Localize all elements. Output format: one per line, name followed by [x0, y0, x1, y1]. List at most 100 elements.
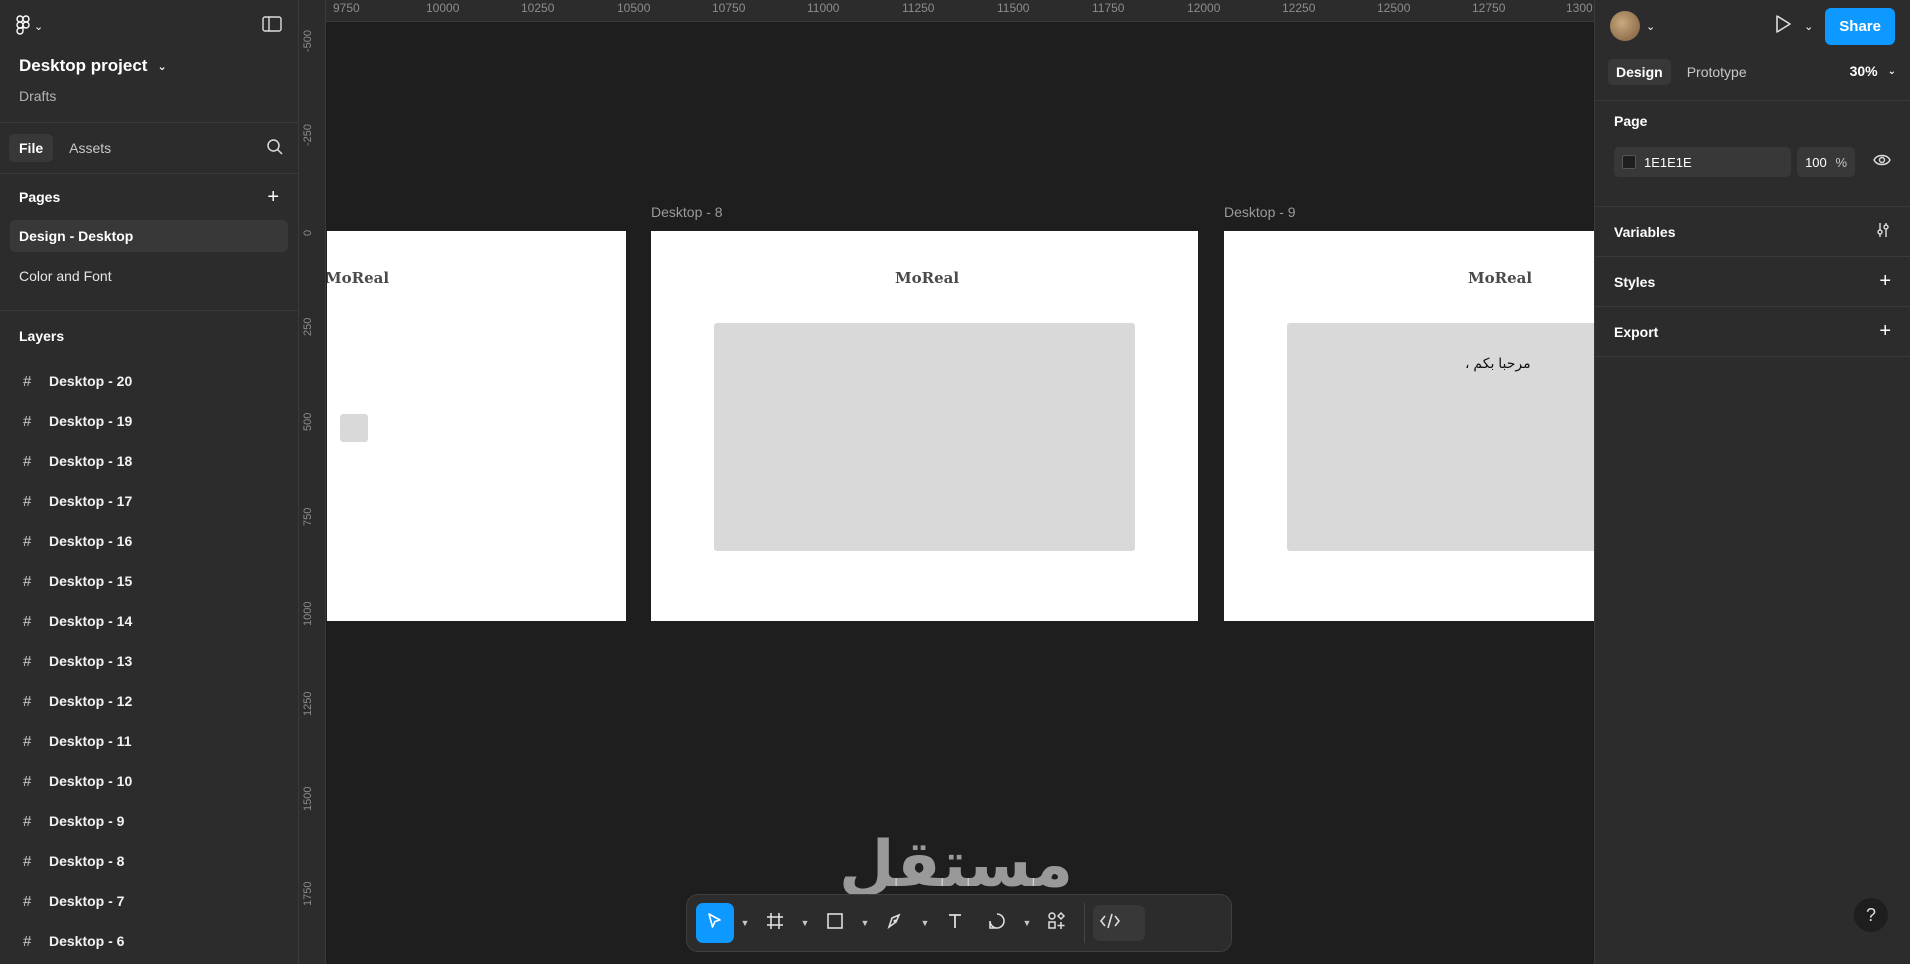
export-section[interactable]: Export + — [1595, 307, 1910, 357]
eye-icon[interactable] — [1873, 153, 1891, 172]
frame-logo: MoReal — [895, 269, 960, 287]
chevron-down-icon: ⌄ — [157, 60, 167, 73]
layer-item[interactable]: # Desktop - 6 — [0, 921, 298, 961]
ruler-tick-label: 10000 — [426, 1, 460, 15]
ruler-tick-label: 11500 — [997, 1, 1030, 15]
frame-icon: # — [23, 692, 32, 710]
layer-item[interactable]: # Desktop - 9 — [0, 801, 298, 841]
layer-item[interactable]: # Desktop - 17 — [0, 481, 298, 521]
layers-list: # Desktop - 20 # Desktop - 19 # Desktop - 1… — [0, 361, 298, 961]
present-play-icon[interactable] — [1774, 14, 1792, 39]
actions-tool-button[interactable] — [1038, 903, 1076, 943]
frame-icon: # — [23, 612, 32, 630]
chevron-down-icon[interactable]: ▼ — [858, 918, 872, 928]
design-canvas[interactable]: MoReal Desktop - 8 MoReal Desktop - 9 Mo… — [327, 23, 1594, 964]
ruler-tick-label: 1000 — [302, 601, 314, 626]
move-tool-button[interactable] — [696, 903, 734, 943]
add-page-icon[interactable]: + — [267, 186, 279, 209]
tab-design[interactable]: Design — [1608, 59, 1671, 85]
layer-item[interactable]: # Desktop - 18 — [0, 441, 298, 481]
tab-file[interactable]: File — [9, 134, 54, 162]
chevron-down-icon[interactable]: ▼ — [738, 918, 752, 928]
search-icon[interactable] — [266, 138, 284, 161]
user-menu[interactable]: ⌄ — [1610, 11, 1655, 41]
ruler-vertical: -500 -250 0 250 500 750 1000 1250 1500 1… — [299, 0, 326, 964]
ruler-tick-label: 11000 — [807, 1, 840, 15]
frame-placeholder-box[interactable] — [714, 323, 1135, 551]
frame-desktop-9[interactable]: MoReal مرحبا بكم ، — [1224, 231, 1594, 621]
rectangle-icon — [825, 911, 845, 936]
page-color-field[interactable]: 1E1E1E — [1614, 147, 1792, 177]
layer-item[interactable]: # Desktop - 20 — [0, 361, 298, 401]
frame-label[interactable]: Desktop - 9 — [1224, 204, 1296, 220]
add-style-icon[interactable]: + — [1879, 270, 1891, 293]
layers-title: Layers — [19, 328, 65, 344]
dev-mode-toggle[interactable] — [1093, 905, 1145, 941]
project-name[interactable]: Desktop project ⌄ — [19, 56, 279, 76]
add-export-icon[interactable]: + — [1879, 320, 1891, 343]
chevron-down-icon[interactable]: ▼ — [798, 918, 812, 928]
layer-item[interactable]: # Desktop - 19 — [0, 401, 298, 441]
ruler-tick-label: -500 — [302, 29, 314, 52]
frame-icon — [765, 911, 785, 936]
frame-icon: # — [23, 732, 32, 750]
chevron-down-icon: ⌄ — [1646, 20, 1656, 33]
ruler-tick-label: 1300 — [1566, 1, 1593, 15]
layer-item[interactable]: # Desktop - 8 — [0, 841, 298, 881]
project-location[interactable]: Drafts — [19, 88, 279, 104]
ruler-tick-label: 750 — [302, 507, 314, 526]
layer-item[interactable]: # Desktop - 12 — [0, 681, 298, 721]
frame-placeholder-box[interactable] — [340, 414, 368, 442]
tab-prototype[interactable]: Prototype — [1679, 59, 1755, 85]
left-tabs: File Assets — [0, 123, 298, 173]
ruler-tick-label: 9750 — [333, 1, 360, 15]
comment-tool-button[interactable] — [978, 903, 1016, 943]
layer-item[interactable]: # Desktop - 15 — [0, 561, 298, 601]
chevron-down-icon: ⌄ — [34, 20, 44, 33]
color-swatch[interactable] — [1622, 155, 1636, 169]
frame-icon: # — [23, 492, 32, 510]
frame-icon: # — [23, 932, 32, 950]
frame-partial[interactable]: MoReal — [327, 231, 626, 621]
rectangle-tool-button[interactable] — [816, 903, 854, 943]
main-menu-button[interactable]: ⌄ — [16, 14, 44, 38]
page-item-color-and-font[interactable]: Color and Font — [10, 260, 288, 292]
toggle-sidebar-icon[interactable] — [262, 15, 282, 37]
layer-item[interactable]: # Desktop - 11 — [0, 721, 298, 761]
styles-section[interactable]: Styles + — [1595, 257, 1910, 307]
page-opacity-field[interactable]: 100 % — [1797, 147, 1855, 177]
project-header: Desktop project ⌄ Drafts — [0, 56, 298, 104]
ruler-tick-label: 11750 — [1092, 1, 1125, 15]
frame-desktop-8[interactable]: MoReal — [651, 231, 1198, 621]
frame-icon: # — [23, 572, 32, 590]
layer-item[interactable]: # Desktop - 10 — [0, 761, 298, 801]
layer-item[interactable]: # Desktop - 13 — [0, 641, 298, 681]
variables-section[interactable]: Variables — [1595, 207, 1910, 257]
layer-item[interactable]: # Desktop - 14 — [0, 601, 298, 641]
ruler-tick-label: 12750 — [1472, 1, 1506, 15]
frame-icon: # — [23, 652, 32, 670]
ruler-tick-label: 11250 — [902, 1, 935, 15]
chevron-down-icon[interactable]: ▼ — [918, 918, 932, 928]
share-button[interactable]: Share — [1825, 7, 1895, 45]
avatar[interactable] — [1610, 11, 1640, 41]
right-sidebar: ⌄ ⌄ Share Design Prototype 30% ⌄ Page 1E1… — [1594, 0, 1910, 964]
frame-tool-button[interactable] — [756, 903, 794, 943]
ruler-tick-label: 0 — [302, 229, 314, 236]
chevron-down-icon[interactable]: ▼ — [1020, 918, 1034, 928]
cursor-icon — [705, 911, 725, 936]
help-button[interactable]: ? — [1854, 898, 1888, 932]
pen-tool-button[interactable] — [876, 903, 914, 943]
layer-item[interactable]: # Desktop - 7 — [0, 881, 298, 921]
zoom-dropdown[interactable]: 30% ⌄ — [1850, 63, 1896, 79]
frame-label[interactable]: Desktop - 8 — [651, 204, 723, 220]
variables-adjust-icon[interactable] — [1875, 222, 1891, 241]
frame-placeholder-box[interactable]: مرحبا بكم ، — [1287, 323, 1594, 551]
text-tool-button[interactable] — [936, 903, 974, 943]
frame-logo: MoReal — [327, 269, 390, 287]
frame-icon: # — [23, 772, 32, 790]
tab-assets[interactable]: Assets — [59, 134, 121, 162]
page-item-design-desktop[interactable]: Design - Desktop — [10, 220, 288, 252]
layer-item[interactable]: # Desktop - 16 — [0, 521, 298, 561]
chevron-down-icon[interactable]: ⌄ — [1804, 20, 1813, 33]
